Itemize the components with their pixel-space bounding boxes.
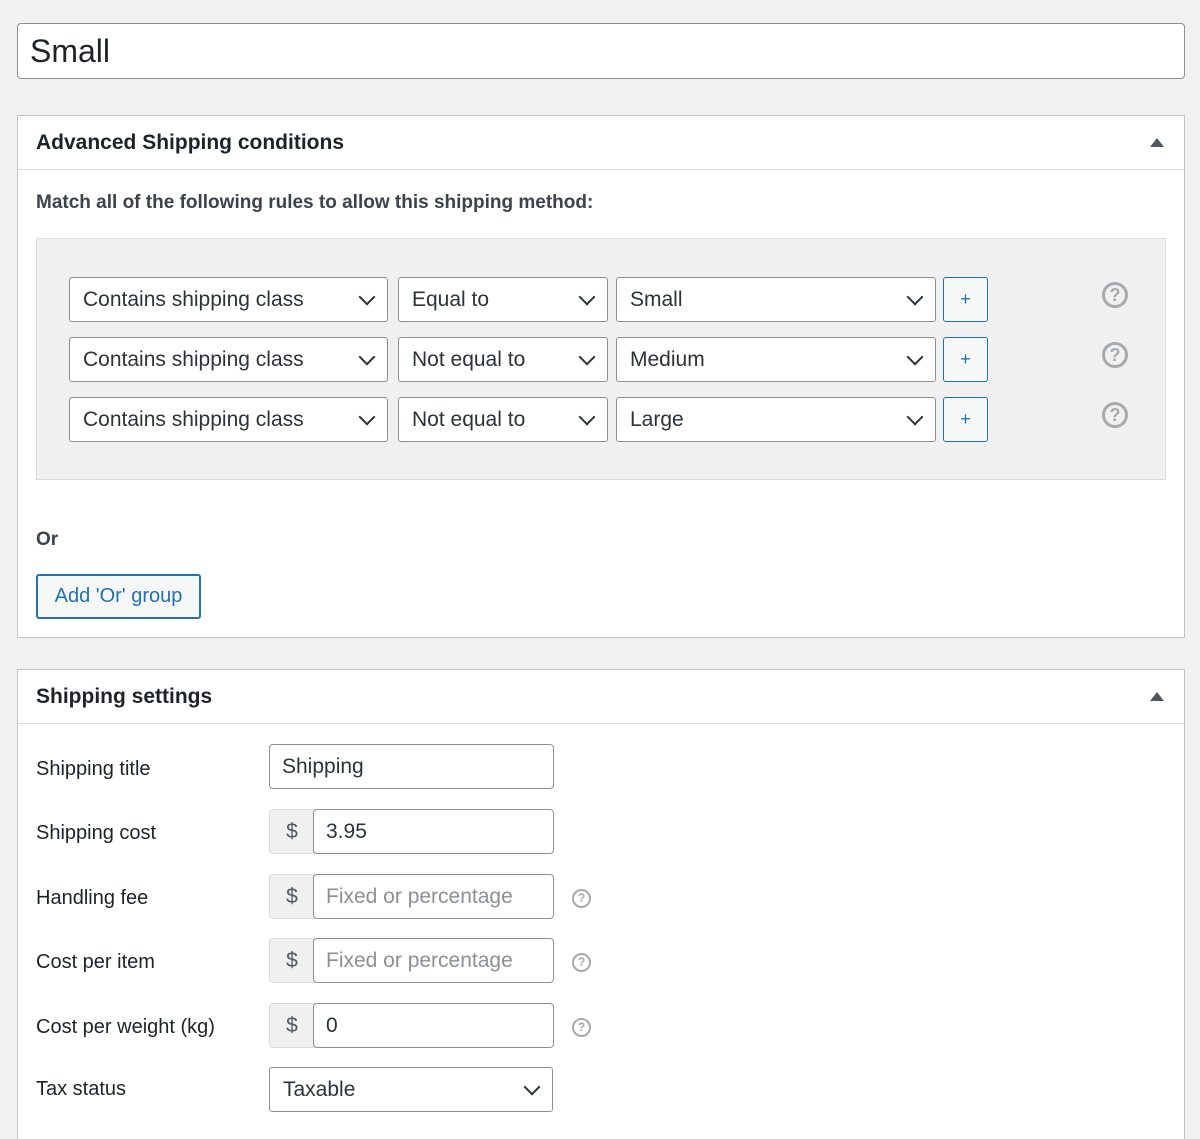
condition-group: Contains shipping class Equal to Small +… <box>36 238 1166 480</box>
currency-prefix: $ <box>269 874 315 919</box>
value-select-value: Medium <box>630 348 705 371</box>
currency-prefix: $ <box>269 938 315 983</box>
add-condition-button[interactable]: + <box>943 397 988 442</box>
condition-select-value: Contains shipping class <box>83 348 304 371</box>
shipping-cost-input[interactable]: 3.95 <box>313 809 554 854</box>
conditions-box-header[interactable]: Advanced Shipping conditions <box>18 116 1184 170</box>
handling-fee-input[interactable]: Fixed or percentage <box>313 874 554 919</box>
value-select[interactable]: Large <box>616 397 936 442</box>
conditions-box: Advanced Shipping conditions Match all o… <box>17 115 1185 638</box>
cost-per-item-input[interactable]: Fixed or percentage <box>313 938 554 983</box>
conditions-intro: Match all of the following rules to allo… <box>36 192 594 213</box>
chevron-down-icon <box>906 408 924 426</box>
triangle-up-icon[interactable] <box>1150 138 1164 147</box>
settings-box-title: Shipping settings <box>36 685 213 708</box>
settings-box-header[interactable]: Shipping settings <box>18 670 1184 724</box>
value-select[interactable]: Medium <box>616 337 936 382</box>
add-condition-button[interactable]: + <box>943 337 988 382</box>
question-circle-icon[interactable]: ? <box>572 1018 591 1037</box>
cost-per-weight-label: Cost per weight (kg) <box>36 1016 215 1038</box>
chevron-down-icon <box>523 1078 541 1096</box>
title-input[interactable]: Small <box>17 23 1185 79</box>
add-condition-button[interactable]: + <box>943 277 988 322</box>
cost-per-item-label: Cost per item <box>36 951 155 973</box>
chevron-down-icon <box>358 348 376 366</box>
question-circle-icon[interactable]: ? <box>572 953 591 972</box>
operator-select[interactable]: Not equal to <box>398 337 608 382</box>
chevron-down-icon <box>906 288 924 306</box>
question-circle-icon[interactable]: ? <box>1102 402 1128 428</box>
or-label: Or <box>36 529 59 550</box>
handling-fee-label: Handling fee <box>36 887 149 909</box>
currency-prefix: $ <box>269 1003 315 1048</box>
cost-per-weight-input[interactable]: 0 <box>313 1003 554 1048</box>
shipping-title-input[interactable]: Shipping <box>269 744 554 789</box>
add-or-group-button[interactable]: Add 'Or' group <box>36 574 201 619</box>
tax-status-value: Taxable <box>283 1078 356 1101</box>
chevron-down-icon <box>358 288 376 306</box>
operator-select-value: Not equal to <box>412 348 526 371</box>
tax-status-select[interactable]: Taxable <box>269 1067 553 1112</box>
triangle-up-icon[interactable] <box>1150 692 1164 701</box>
operator-select-value: Equal to <box>412 288 490 311</box>
value-select-value: Small <box>630 288 683 311</box>
settings-box: Shipping settings Shipping title Shippin… <box>17 669 1185 1139</box>
currency-prefix: $ <box>269 809 315 854</box>
condition-select[interactable]: Contains shipping class <box>69 277 388 322</box>
condition-select[interactable]: Contains shipping class <box>69 397 388 442</box>
chevron-down-icon <box>578 348 596 366</box>
operator-select[interactable]: Not equal to <box>398 397 608 442</box>
chevron-down-icon <box>578 408 596 426</box>
operator-select-value: Not equal to <box>412 408 526 431</box>
condition-select[interactable]: Contains shipping class <box>69 337 388 382</box>
value-select-value: Large <box>630 408 684 431</box>
shipping-cost-label: Shipping cost <box>36 822 157 844</box>
conditions-box-title: Advanced Shipping conditions <box>36 131 345 154</box>
question-circle-icon[interactable]: ? <box>1102 342 1128 368</box>
question-circle-icon[interactable]: ? <box>1102 282 1128 308</box>
value-select[interactable]: Small <box>616 277 936 322</box>
chevron-down-icon <box>578 288 596 306</box>
chevron-down-icon <box>906 348 924 366</box>
chevron-down-icon <box>358 408 376 426</box>
shipping-title-label: Shipping title <box>36 758 151 780</box>
question-circle-icon[interactable]: ? <box>572 889 591 908</box>
operator-select[interactable]: Equal to <box>398 277 608 322</box>
tax-status-label: Tax status <box>36 1078 127 1100</box>
condition-select-value: Contains shipping class <box>83 408 304 431</box>
condition-select-value: Contains shipping class <box>83 288 304 311</box>
